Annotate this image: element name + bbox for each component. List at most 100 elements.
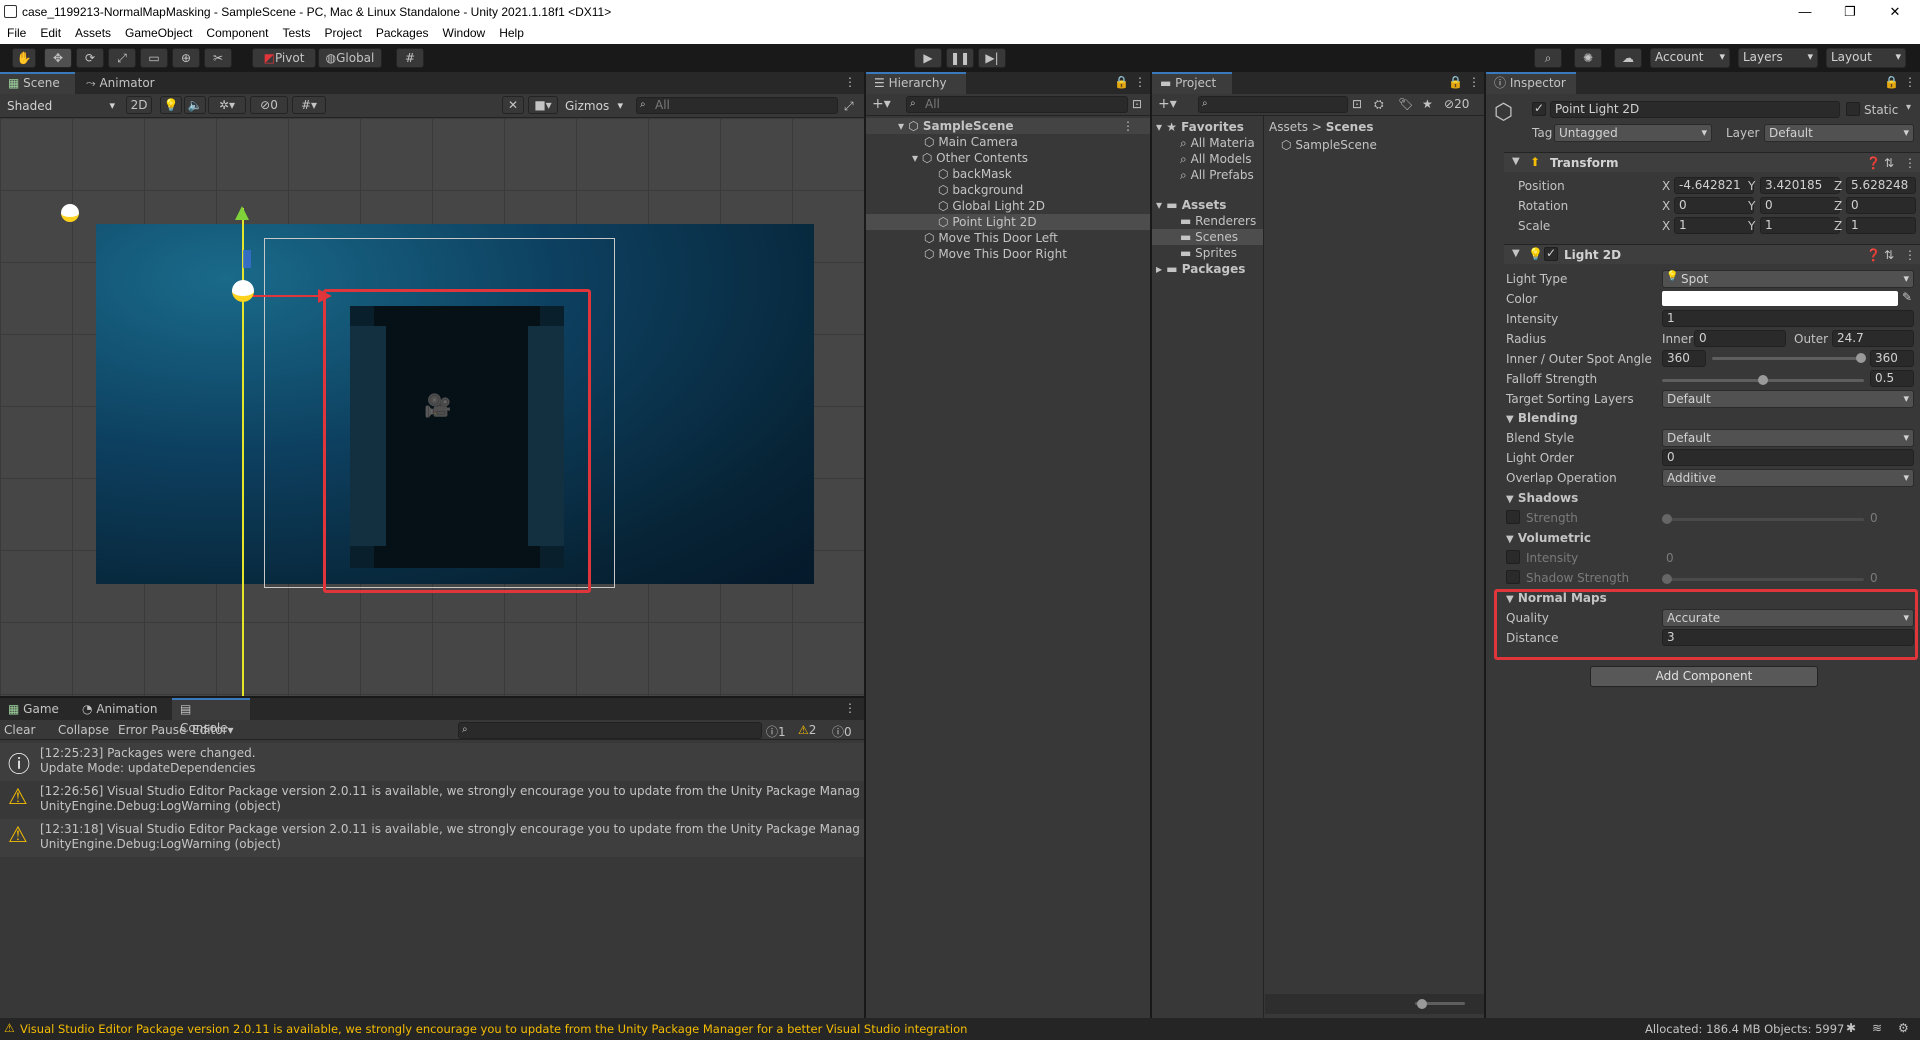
hierarchy-search-input[interactable]: All — [906, 96, 1128, 113]
hierarchy-item-door-left[interactable]: ⬡ Move This Door Left — [924, 231, 1058, 245]
account-dropdown[interactable]: Account — [1650, 48, 1730, 68]
lighting-icon[interactable]: 💡 — [160, 96, 182, 114]
radius-inner-field[interactable]: 0 — [1694, 330, 1786, 347]
log-entry[interactable]: ⓘ [12:25:23] Packages were changed. Upda… — [0, 743, 864, 781]
project-search-input[interactable] — [1198, 96, 1348, 113]
status-message[interactable]: Visual Studio Editor Package version 2.0… — [20, 1022, 967, 1036]
tag-dropdown[interactable]: Untagged — [1554, 124, 1712, 142]
vol-intensity-value[interactable]: 0 — [1666, 551, 1674, 565]
presets-icon[interactable]: ⇅ — [1884, 248, 1894, 262]
rotate-tool-icon[interactable]: ⟳ — [76, 48, 104, 68]
panel-menu-icon[interactable]: ⋮ — [844, 75, 856, 89]
object-name-field[interactable]: Point Light 2D — [1550, 101, 1840, 118]
hierarchy-item-samplescene[interactable]: ▾ ⬡ SampleScene — [898, 119, 1014, 133]
lock-icon[interactable]: 🔒 — [1448, 75, 1463, 89]
tab-animation[interactable]: ◔ Animation — [74, 698, 166, 720]
menu-packages[interactable]: Packages — [369, 24, 436, 44]
2d-toggle[interactable]: 2D — [126, 96, 152, 114]
maximize-button[interactable]: ❐ — [1835, 2, 1865, 22]
y-axis-arrow-icon[interactable] — [235, 206, 249, 220]
info-filter-toggle[interactable]: ⓘ1 — [766, 723, 786, 740]
static-checkbox[interactable] — [1846, 102, 1860, 116]
close-button[interactable]: ✕ — [1880, 2, 1910, 22]
layer-dropdown[interactable]: Default — [1764, 124, 1914, 142]
editor-dropdown[interactable]: Editor▾ — [192, 723, 234, 737]
scale-x-field[interactable]: 1 — [1674, 217, 1754, 234]
menu-help[interactable]: Help — [492, 24, 531, 44]
packages-folder[interactable]: ▸ ▬ Packages — [1156, 262, 1245, 276]
color-swatch[interactable] — [1662, 291, 1898, 306]
menu-window[interactable]: Window — [436, 24, 493, 44]
static-dropdown-icon[interactable]: ▾ — [1906, 102, 1911, 113]
x-axis-arrow-icon[interactable] — [318, 289, 332, 303]
transform-header[interactable]: ▼ ⬆ Transform ❓ ⇅ ⋮ — [1504, 152, 1920, 172]
pivot-toggle[interactable]: ◩Pivot — [252, 48, 316, 68]
spot-angle-slider-track[interactable] — [1712, 357, 1860, 360]
zoom-slider-knob[interactable] — [1417, 999, 1427, 1009]
position-x-field[interactable]: -4.642821 — [1674, 177, 1754, 194]
layers-dropdown[interactable]: Layers — [1738, 48, 1818, 68]
search-icon[interactable]: ⌕ — [1534, 48, 1562, 68]
scene-search-input[interactable]: All — [636, 97, 838, 114]
create-asset-button[interactable]: +▾ — [1158, 96, 1177, 112]
hidden-packages-toggle[interactable]: ⊘20 — [1444, 97, 1469, 111]
tab-animator[interactable]: ⤳ Animator — [78, 72, 163, 94]
shadow-strength-slider-knob[interactable] — [1662, 514, 1672, 524]
scene-menu-icon[interactable]: ⋮ — [1122, 119, 1134, 133]
label-tag-icon[interactable]: 🏷 — [1398, 97, 1413, 111]
tab-game[interactable]: ▦ Game — [0, 698, 67, 720]
menu-component[interactable]: Component — [199, 24, 275, 44]
tab-scene[interactable]: ▦ Scene — [0, 72, 75, 94]
panel-menu-icon[interactable]: ⋮ — [1134, 75, 1146, 89]
hand-tool-icon[interactable]: ✋ — [12, 48, 36, 68]
tools-icon[interactable]: ✕ — [502, 96, 524, 114]
component-menu-icon[interactable]: ⋮ — [1904, 248, 1916, 262]
search-by-label-icon[interactable]: ⛭ — [1374, 97, 1384, 112]
scale-y-field[interactable]: 1 — [1760, 217, 1840, 234]
move-tool-icon[interactable]: ✥ — [44, 48, 72, 68]
menu-tests[interactable]: Tests — [275, 24, 317, 44]
volumetric-enabled-checkbox[interactable] — [1506, 550, 1520, 564]
log-entry[interactable]: ⚠ [12:26:56] Visual Studio Editor Packag… — [0, 781, 864, 819]
blending-foldout[interactable]: ▼ Blending — [1506, 411, 1578, 425]
overlap-dropdown[interactable]: Additive — [1662, 469, 1914, 487]
hierarchy-item-point-light[interactable]: ⬡ Point Light 2D — [938, 215, 1037, 229]
light-type-dropdown[interactable]: Spot — [1662, 270, 1914, 288]
error-pause-button[interactable]: Error Pause — [118, 723, 186, 737]
scale-tool-icon[interactable]: ⤢ — [108, 48, 136, 68]
console-search-input[interactable] — [458, 722, 762, 739]
hidden-objects-toggle[interactable]: ⊘0 — [250, 96, 288, 114]
component-menu-icon[interactable]: ⋮ — [1904, 156, 1916, 170]
light-order-field[interactable]: 0 — [1662, 449, 1914, 466]
add-component-button[interactable]: Add Component — [1590, 666, 1818, 687]
scale-z-field[interactable]: 1 — [1846, 217, 1916, 234]
hierarchy-item-global-light[interactable]: ⬡ Global Light 2D — [938, 199, 1045, 213]
falloff-field[interactable]: 0.5 — [1870, 370, 1914, 387]
camera-icon[interactable]: ■▾ — [528, 96, 558, 114]
spot-angle-slider-knob[interactable] — [1856, 353, 1866, 363]
menu-gameobject[interactable]: GameObject — [118, 24, 199, 44]
help-icon[interactable]: ❓ — [1866, 248, 1881, 262]
folder-renderers[interactable]: ▬ Renderers — [1180, 214, 1256, 228]
vol-shadow-value[interactable]: 0 — [1870, 571, 1878, 585]
tab-inspector[interactable]: ⓘ Inspector — [1486, 72, 1576, 94]
rect-tool-icon[interactable]: ▭ — [140, 48, 168, 68]
step-button[interactable]: ▶| — [978, 48, 1006, 68]
grid-icon[interactable]: #▾ — [292, 96, 326, 114]
panel-menu-icon[interactable]: ⋮ — [1468, 75, 1480, 89]
hierarchy-item-backmask[interactable]: ⬡ backMask — [938, 167, 1012, 181]
assets-folder[interactable]: ▾ ▬ Assets — [1156, 198, 1226, 212]
favorite-all-materials[interactable]: ⌕ All Materia — [1180, 136, 1255, 151]
presets-icon[interactable]: ⇅ — [1884, 156, 1894, 170]
light2d-header[interactable]: ▼ 💡 Light 2D ❓ ⇅ ⋮ — [1504, 244, 1920, 264]
tab-hierarchy[interactable]: ☰ Hierarchy — [866, 72, 966, 94]
vol-shadow-slider-track[interactable] — [1662, 578, 1864, 581]
point-light-icon[interactable] — [232, 280, 254, 302]
layout-dropdown[interactable]: Layout — [1826, 48, 1906, 68]
custom-tool-icon[interactable]: ✂ — [204, 48, 232, 68]
favorite-all-models[interactable]: ⌕ All Models — [1180, 152, 1252, 167]
folder-sprites[interactable]: ▬ Sprites — [1180, 246, 1237, 260]
shadows-foldout[interactable]: ▼ Shadows — [1506, 491, 1578, 505]
effects-icon[interactable]: ✲▾ — [208, 96, 246, 114]
eyedropper-icon[interactable]: ✎ — [1902, 290, 1912, 304]
